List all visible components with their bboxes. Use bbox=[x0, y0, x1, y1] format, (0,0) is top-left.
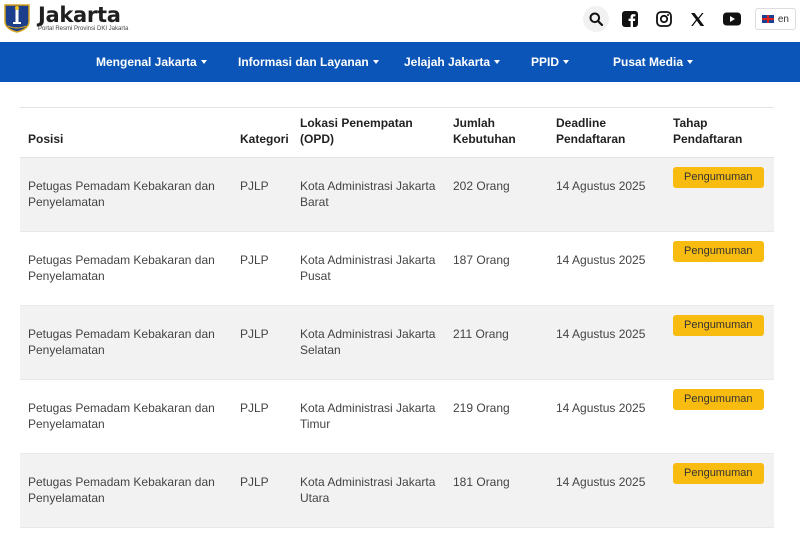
caret-down-icon bbox=[200, 59, 207, 64]
nav-mengenal-jakarta[interactable]: Mengenal Jakarta bbox=[96, 42, 207, 82]
nav-label: Informasi dan Layanan bbox=[238, 55, 369, 69]
uk-flag-icon bbox=[761, 15, 774, 23]
pengumuman-button[interactable]: Pengumuman bbox=[673, 240, 764, 262]
cell-posisi: Petugas Pemadam Kebakaran dan Penyelamat… bbox=[20, 157, 232, 232]
site-logo[interactable]: Jakarta Portal Resmi Provinsi DKI Jakart… bbox=[4, 3, 128, 33]
header-jumlah: Jumlah Kebutuhan bbox=[445, 107, 548, 158]
brand-subtitle: Portal Resmi Provinsi DKI Jakarta bbox=[38, 26, 129, 32]
cell-tahap: Pengumuman bbox=[665, 305, 774, 380]
pengumuman-button[interactable]: Pengumuman bbox=[673, 388, 764, 410]
caret-down-icon bbox=[563, 59, 570, 64]
search-button[interactable] bbox=[582, 6, 609, 32]
header-tahap: Tahap Pendaftaran bbox=[665, 107, 774, 158]
job-table: Posisi Kategori Lokasi Penempatan (OPD) … bbox=[20, 107, 774, 528]
header-kategori: Kategori bbox=[232, 107, 292, 158]
cell-deadline: 14 Agustus 2025 bbox=[548, 231, 665, 306]
cell-posisi: Petugas Pemadam Kebakaran dan Penyelamat… bbox=[20, 379, 232, 454]
header-actions: en bbox=[582, 6, 800, 32]
table-row: Petugas Pemadam Kebakaran dan Penyelamat… bbox=[20, 453, 774, 528]
cell-tahap: Pengumuman bbox=[665, 231, 774, 306]
cell-tahap: Pengumuman bbox=[665, 379, 774, 454]
cell-lokasi: Kota Administrasi Jakarta Selatan bbox=[292, 305, 445, 380]
youtube-link[interactable] bbox=[719, 6, 745, 32]
cell-deadline: 14 Agustus 2025 bbox=[548, 157, 665, 232]
caret-down-icon bbox=[494, 59, 501, 64]
caret-down-icon bbox=[687, 59, 694, 64]
cell-deadline: 14 Agustus 2025 bbox=[548, 379, 665, 454]
cell-posisi: Petugas Pemadam Kebakaran dan Penyelamat… bbox=[20, 305, 232, 380]
cell-deadline: 14 Agustus 2025 bbox=[548, 305, 665, 380]
facebook-link[interactable] bbox=[617, 6, 643, 32]
jakarta-crest-icon bbox=[4, 4, 30, 33]
cell-kategori: PJLP bbox=[232, 379, 292, 454]
table-header-row: Posisi Kategori Lokasi Penempatan (OPD) … bbox=[20, 107, 774, 158]
language-label: en bbox=[777, 13, 789, 25]
cell-jumlah: 187 Orang bbox=[445, 231, 548, 306]
cell-kategori: PJLP bbox=[232, 231, 292, 306]
header-lokasi: Lokasi Penempatan (OPD) bbox=[292, 107, 445, 158]
search-icon bbox=[589, 12, 603, 26]
x-icon bbox=[691, 12, 705, 26]
instagram-link[interactable] bbox=[651, 6, 677, 32]
cell-kategori: PJLP bbox=[232, 453, 292, 528]
youtube-icon bbox=[722, 12, 741, 26]
cell-jumlah: 219 Orang bbox=[445, 379, 548, 454]
table-row: Petugas Pemadam Kebakaran dan Penyelamat… bbox=[20, 379, 774, 454]
cell-posisi: Petugas Pemadam Kebakaran dan Penyelamat… bbox=[20, 453, 232, 528]
cell-tahap: Pengumuman bbox=[665, 453, 774, 528]
table-row: Petugas Pemadam Kebakaran dan Penyelamat… bbox=[20, 157, 774, 232]
cell-lokasi: Kota Administrasi Jakarta Utara bbox=[292, 453, 445, 528]
pengumuman-button[interactable]: Pengumuman bbox=[673, 462, 764, 484]
cell-jumlah: 202 Orang bbox=[445, 157, 548, 232]
caret-down-icon bbox=[372, 59, 379, 64]
nav-label: Mengenal Jakarta bbox=[96, 55, 197, 69]
pengumuman-button[interactable]: Pengumuman bbox=[673, 166, 764, 188]
language-switcher[interactable]: en bbox=[754, 8, 796, 30]
x-link[interactable] bbox=[685, 6, 711, 32]
pengumuman-button[interactable]: Pengumuman bbox=[673, 314, 764, 336]
cell-tahap: Pengumuman bbox=[665, 157, 774, 232]
nav-informasi-layanan[interactable]: Informasi dan Layanan bbox=[238, 42, 379, 82]
cell-lokasi: Kota Administrasi Jakarta Barat bbox=[292, 157, 445, 232]
nav-pusat-media[interactable]: Pusat Media bbox=[613, 42, 694, 82]
cell-kategori: PJLP bbox=[232, 305, 292, 380]
nav-label: Pusat Media bbox=[613, 55, 684, 69]
facebook-icon bbox=[621, 11, 638, 27]
header-posisi: Posisi bbox=[20, 107, 232, 158]
cell-deadline: 14 Agustus 2025 bbox=[548, 453, 665, 528]
brand-name: Jakarta bbox=[38, 3, 121, 27]
cell-lokasi: Kota Administrasi Jakarta Timur bbox=[292, 379, 445, 454]
main-navbar: Mengenal Jakarta Informasi dan Layanan J… bbox=[0, 42, 800, 82]
nav-label: PPID bbox=[531, 55, 560, 69]
cell-jumlah: 211 Orang bbox=[445, 305, 548, 380]
nav-jelajah-jakarta[interactable]: Jelajah Jakarta bbox=[404, 42, 501, 82]
cell-jumlah: 181 Orang bbox=[445, 453, 548, 528]
cell-kategori: PJLP bbox=[232, 157, 292, 232]
table-row: Petugas Pemadam Kebakaran dan Penyelamat… bbox=[20, 231, 774, 306]
cell-lokasi: Kota Administrasi Jakarta Pusat bbox=[292, 231, 445, 306]
top-header: Jakarta Portal Resmi Provinsi DKI Jakart… bbox=[0, 0, 800, 42]
job-table-container: Posisi Kategori Lokasi Penempatan (OPD) … bbox=[20, 107, 774, 528]
table-row: Petugas Pemadam Kebakaran dan Penyelamat… bbox=[20, 305, 774, 380]
instagram-icon bbox=[655, 11, 672, 27]
header-deadline: Deadline Pendaftaran bbox=[548, 107, 665, 158]
nav-label: Jelajah Jakarta bbox=[404, 55, 491, 69]
cell-posisi: Petugas Pemadam Kebakaran dan Penyelamat… bbox=[20, 231, 232, 306]
nav-ppid[interactable]: PPID bbox=[531, 42, 570, 82]
